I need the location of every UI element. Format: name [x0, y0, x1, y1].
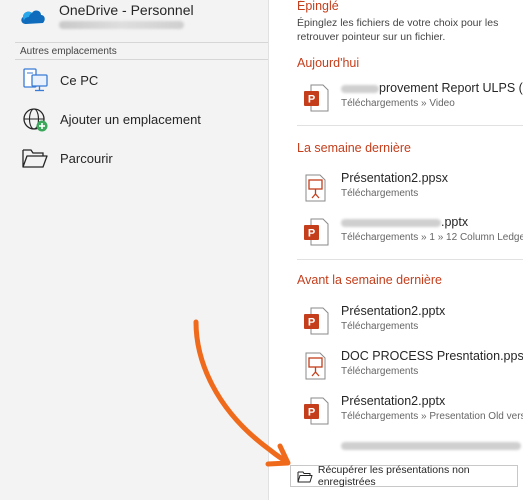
- recent-file-item[interactable]: P .pptx Téléchargements » 1 » 12 Column …: [297, 210, 523, 254]
- recover-button-label: Récupérer les présentations non enregist…: [317, 464, 470, 488]
- redacted-text: [341, 442, 521, 450]
- folder-open-icon: [20, 144, 50, 172]
- older-heading: Avant la semaine dernière: [297, 273, 442, 287]
- recent-file-item[interactable]: P Présentation2.pptx Téléchargements: [297, 299, 523, 343]
- file-path: Téléchargements: [341, 366, 419, 377]
- today-heading: Aujourd'hui: [297, 56, 360, 70]
- place-browse[interactable]: Parcourir: [15, 140, 268, 176]
- recent-file-item[interactable]: Présentation2.ppsx Téléchargements: [297, 166, 523, 210]
- file-path: Téléchargements » Video: [341, 98, 455, 109]
- last-week-heading: La semaine dernière: [297, 141, 411, 155]
- ppsx-icon: [305, 174, 326, 202]
- recent-file-item[interactable]: P provement Report ULPS (1 Téléchargemen…: [297, 76, 523, 120]
- onedrive-title: OneDrive - Personnel: [59, 2, 194, 18]
- recent-file-item-partial[interactable]: [297, 434, 523, 454]
- file-path: Téléchargements » 1 » 12 Column Ledger: [341, 232, 523, 243]
- place-this-pc[interactable]: Ce PC: [15, 62, 268, 98]
- svg-text:P: P: [308, 407, 315, 419]
- place-label: Parcourir: [60, 150, 113, 166]
- recover-unsaved-presentations-button[interactable]: Récupérer les présentations non enregist…: [290, 464, 518, 488]
- file-name: Présentation2.pptx: [341, 304, 446, 318]
- recent-file-item[interactable]: DOC PROCESS Presntation.ppsx Téléchargem…: [297, 344, 523, 388]
- redacted-text: [341, 218, 441, 227]
- section-separator: [297, 125, 523, 126]
- globe-add-icon: [20, 105, 50, 133]
- pptx-icon: P: [304, 84, 329, 112]
- section-separator: [297, 259, 523, 260]
- pptx-icon: P: [304, 307, 329, 335]
- cloud-icon: [21, 10, 45, 24]
- svg-text:P: P: [308, 317, 315, 329]
- computer-icon: [20, 66, 50, 94]
- file-name: provement Report ULPS (1: [341, 81, 523, 95]
- svg-text:P: P: [308, 228, 315, 240]
- file-name: .pptx: [341, 215, 468, 229]
- file-name: Présentation2.ppsx: [341, 171, 449, 185]
- place-add-location[interactable]: Ajouter un emplacement: [15, 101, 268, 137]
- file-name: Présentation2.pptx: [341, 394, 446, 408]
- folder-open-icon: [297, 470, 314, 483]
- onedrive-email-redacted: [59, 21, 184, 29]
- pptx-icon: P: [304, 218, 329, 246]
- left-pane: OneDrive - Personnel Autres emplacements…: [0, 0, 268, 500]
- place-label: Ajouter un emplacement: [60, 111, 201, 127]
- place-label: Ce PC: [60, 72, 99, 88]
- other-locations-label: Autres emplacements: [15, 42, 268, 60]
- pinned-heading: Épinglé: [297, 0, 339, 13]
- file-path: Téléchargements: [341, 321, 419, 332]
- pinned-description: Épinglez les fichiers de votre choix pou…: [297, 17, 499, 43]
- file-path: Téléchargements » Presentation Old versi…: [341, 411, 523, 422]
- onedrive-account[interactable]: OneDrive - Personnel: [18, 2, 258, 36]
- right-pane: Épinglé Épinglez les fichiers de votre c…: [269, 0, 523, 500]
- pptx-icon: P: [304, 397, 329, 425]
- recent-file-item[interactable]: P Présentation2.pptx Téléchargements » P…: [297, 389, 523, 433]
- svg-text:P: P: [308, 94, 315, 106]
- redacted-text: [341, 84, 379, 93]
- file-path: Téléchargements: [341, 188, 419, 199]
- file-name: DOC PROCESS Presntation.ppsx: [341, 349, 523, 363]
- ppsx-icon: [305, 352, 326, 380]
